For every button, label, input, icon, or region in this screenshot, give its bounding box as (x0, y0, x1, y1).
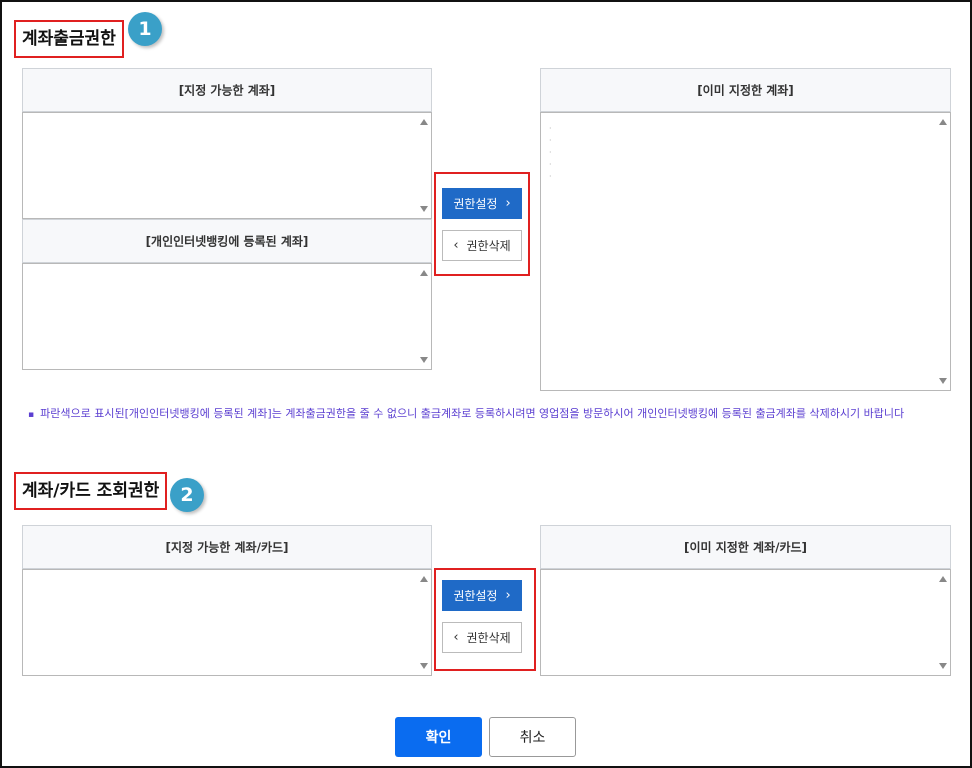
note-bullet: ▪ (28, 410, 35, 420)
section1-title: 계좌출금권한 (14, 20, 124, 58)
scroll-up-icon[interactable] (939, 119, 947, 125)
assigned-accounts-header-label: [이미 지정한 계좌] (697, 83, 794, 98)
scroll-up-icon[interactable] (420, 119, 428, 125)
chevron-left-icon: ‹ (453, 630, 459, 645)
section1-grant-button[interactable]: 권한설정 › (442, 188, 522, 219)
chevron-left-icon: ‹ (453, 238, 459, 253)
section1-revoke-label: 권한삭제 (466, 239, 511, 253)
scroll-up-icon[interactable] (939, 576, 947, 582)
section2-grant-label: 권한설정 (453, 589, 498, 603)
list-placeholder-dots: · · · · · (549, 124, 552, 181)
available-cards-header-label: [지정 가능한 계좌/카드] (165, 540, 289, 555)
assigned-accounts-header: [이미 지정한 계좌] (540, 68, 951, 112)
assigned-cards-list[interactable] (540, 569, 951, 676)
section2-badge: 2 (170, 478, 204, 512)
available-accounts-header: [지정 가능한 계좌] (22, 68, 432, 112)
available-cards-header: [지정 가능한 계좌/카드] (22, 525, 432, 569)
section2-title: 계좌/카드 조회권한 (14, 472, 168, 510)
chevron-right-icon: › (505, 588, 511, 603)
available-cards-list[interactable] (22, 569, 432, 676)
section1-revoke-button[interactable]: ‹ 권한삭제 (442, 230, 522, 261)
section2-revoke-button[interactable]: ‹ 권한삭제 (442, 622, 522, 653)
section1-badge: 1 (128, 12, 162, 46)
scroll-down-icon[interactable] (939, 663, 947, 669)
scroll-up-icon[interactable] (420, 576, 428, 582)
registered-accounts-header: [개인인터넷뱅킹에 등록된 계좌] (22, 219, 432, 263)
available-accounts-header-label: [지정 가능한 계좌] (178, 83, 276, 98)
registered-accounts-list[interactable] (22, 263, 432, 370)
registered-accounts-header-label: [개인인터넷뱅킹에 등록된 계좌] (145, 234, 309, 249)
section2-grant-button[interactable]: 권한설정 › (442, 580, 522, 611)
cancel-button[interactable]: 취소 (489, 717, 576, 757)
section1-note: ▪ 파란색으로 표시된[개인인터넷뱅킹에 등록된 계좌]는 계좌출금권한을 줄 수… (28, 404, 948, 425)
available-accounts-list[interactable] (22, 112, 432, 219)
scroll-down-icon[interactable] (420, 357, 428, 363)
confirm-button[interactable]: 확인 (395, 717, 482, 757)
assigned-accounts-list[interactable]: · · · · · (540, 112, 951, 391)
scroll-down-icon[interactable] (939, 378, 947, 384)
section1-grant-label: 권한설정 (453, 197, 498, 211)
assigned-cards-header-label: [이미 지정한 계좌/카드] (683, 540, 808, 555)
assigned-cards-header: [이미 지정한 계좌/카드] (540, 525, 951, 569)
scroll-up-icon[interactable] (420, 270, 428, 276)
chevron-right-icon: › (505, 196, 511, 211)
section1-note-text: 파란색으로 표시된[개인인터넷뱅킹에 등록된 계좌]는 계좌출금권한을 줄 수 … (40, 407, 905, 420)
scroll-down-icon[interactable] (420, 206, 428, 212)
section2-revoke-label: 권한삭제 (466, 631, 511, 645)
scroll-down-icon[interactable] (420, 663, 428, 669)
